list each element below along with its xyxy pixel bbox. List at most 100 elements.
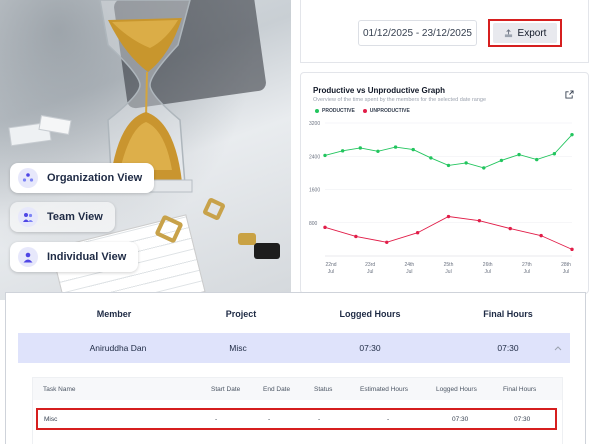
x-tick-label: 23rd (365, 262, 375, 268)
data-point (323, 153, 327, 158)
x-tick-label: Jul (563, 269, 569, 275)
data-point (539, 233, 543, 238)
legend-productive-label: PRODUCTIVE (322, 108, 355, 114)
y-tick-label: 3200 (309, 121, 320, 127)
date-range-picker[interactable]: 01/12/2025 - 23/12/2025 (358, 20, 477, 46)
x-tick-label: Jul (367, 269, 373, 275)
x-tick-label: Jul (484, 269, 490, 275)
task-detail-table: Task Name Start Date End Date Status Est… (32, 377, 563, 444)
chart-subtitle: Overview of the time spent by the member… (313, 97, 487, 103)
data-point (446, 163, 451, 168)
binder-clip (254, 243, 280, 259)
user-icon (18, 247, 38, 267)
legend-dot-icon (362, 109, 367, 113)
data-point (429, 156, 433, 160)
export-button-highlight[interactable]: Export (488, 19, 562, 47)
x-tick-label: 26th (483, 262, 493, 268)
task-end-date: - (268, 416, 271, 423)
organization-view-button[interactable]: Organization View (10, 163, 155, 193)
member-name: Aniruddha Dan (89, 343, 147, 353)
series-line (324, 216, 573, 250)
x-tick-label: 24th (404, 262, 414, 268)
data-point (552, 152, 557, 156)
x-tick-label: Jul (328, 269, 334, 275)
column-header: Estimated Hours (360, 386, 409, 393)
task-row-highlight[interactable]: Misc - - - - 07:30 07:30 (36, 408, 557, 430)
data-point (415, 231, 420, 235)
x-tick-label: 22nd (325, 262, 336, 268)
column-header: Logged Hours (436, 386, 477, 393)
task-final-hours: 07:30 (514, 416, 531, 423)
data-point (393, 145, 398, 149)
series-line (324, 134, 573, 169)
table-row[interactable]: Aniruddha Dan Misc 07:30 07:30 (18, 333, 570, 363)
legend-unproductive: UNPRODUCTIVE (362, 108, 410, 114)
data-point (508, 226, 512, 231)
data-point (570, 132, 574, 137)
column-header: Final Hours (503, 386, 537, 393)
hero-photo: Organization View Team View Individual V… (0, 0, 291, 300)
data-point (340, 149, 345, 153)
data-point (323, 225, 327, 230)
data-point (499, 158, 504, 163)
y-tick-label: 2400 (309, 154, 320, 160)
productivity-chart-card: 3200 2400 1600 800 22nd Jul 23rd Jul 24th Jul 25th… (300, 72, 589, 294)
x-tick-label: Jul (445, 269, 451, 275)
team-icon (18, 207, 38, 227)
individual-view-label: Individual View (47, 251, 127, 263)
column-header: Final Hours (483, 309, 533, 319)
x-tick-label: Jul (406, 269, 412, 275)
table-header: Member Project Logged Hours Final Hours (6, 309, 585, 323)
task-table-header: Task Name Start Date End Date Status Est… (33, 378, 562, 400)
column-header: Logged Hours (339, 309, 401, 319)
productivity-line-chart: 32002400160080022ndJul23rdJul24thJul25th… (309, 121, 574, 275)
task-name: Misc (44, 416, 58, 423)
data-point (376, 149, 380, 153)
chevron-up-icon[interactable] (554, 343, 562, 353)
binder-clip (238, 233, 256, 245)
legend-productive: PRODUCTIVE (315, 108, 355, 114)
column-header: Start Date (211, 386, 241, 393)
data-point (477, 218, 482, 223)
task-estimated-hours: - (387, 416, 390, 423)
data-point (385, 240, 389, 244)
open-external-icon[interactable] (565, 86, 574, 104)
x-tick-label: 25th (444, 262, 454, 268)
organization-view-label: Organization View (47, 172, 143, 184)
column-header: Task Name (43, 386, 76, 393)
chart-legend: PRODUCTIVE UNPRODUCTIVE (315, 108, 410, 114)
organization-icon (18, 168, 38, 188)
data-point (446, 214, 451, 219)
team-view-button[interactable]: Team View (10, 202, 115, 232)
data-point (570, 247, 574, 252)
data-point (354, 234, 358, 239)
individual-view-button[interactable]: Individual View (10, 242, 139, 272)
data-point (464, 161, 468, 165)
legend-unproductive-label: UNPRODUCTIVE (369, 108, 410, 114)
y-tick-label: 800 (309, 221, 318, 227)
final-hours: 07:30 (497, 343, 519, 353)
data-point (411, 147, 415, 152)
x-tick-label: Jul (524, 269, 530, 275)
task-status: - (318, 416, 321, 423)
column-header: End Date (263, 386, 291, 393)
column-header: Member (96, 309, 132, 319)
export-button[interactable]: Export (493, 23, 557, 43)
report-toolbar: 01/12/2025 - 23/12/2025 Export (300, 0, 589, 63)
column-header: Status (314, 386, 333, 393)
x-tick-label: 27th (522, 262, 532, 268)
export-icon (504, 28, 512, 37)
team-view-label: Team View (47, 211, 103, 223)
y-tick-label: 1600 (309, 188, 320, 194)
legend-dot-icon (315, 109, 319, 113)
task-logged-hours: 07:30 (452, 416, 469, 423)
export-label: Export (517, 27, 547, 39)
column-header: Project (225, 309, 257, 319)
task-start-date: - (215, 416, 218, 423)
project-name: Misc (229, 343, 247, 353)
member-hours-table: Member Project Logged Hours Final Hours … (5, 292, 586, 444)
logged-hours: 07:30 (359, 343, 381, 353)
chart-title: Productive vs Unproductive Graph (313, 86, 446, 95)
data-point (517, 152, 521, 157)
data-point (482, 166, 486, 170)
